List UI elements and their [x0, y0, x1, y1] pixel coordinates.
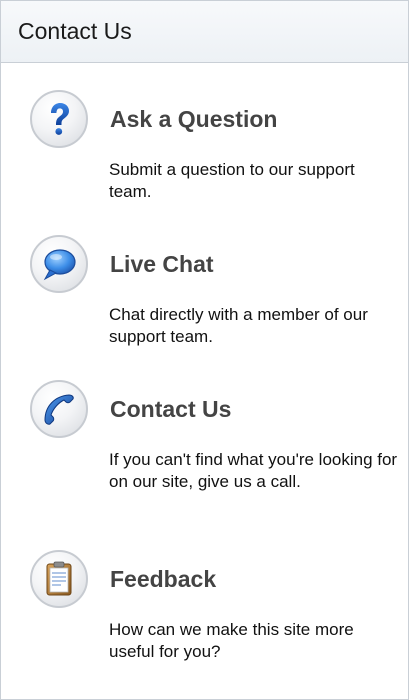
feedback-title[interactable]: Feedback — [110, 566, 216, 593]
ask-question-title[interactable]: Ask a Question — [110, 106, 277, 133]
ask-question-header[interactable]: Ask a Question — [30, 87, 400, 151]
live-chat-title[interactable]: Live Chat — [110, 251, 214, 278]
contact-panel: Contact Us Ask a Question Submit a quest… — [0, 0, 409, 700]
question-mark-icon[interactable] — [30, 90, 88, 148]
panel-title: Contact Us — [18, 18, 132, 44]
ask-question-item[interactable]: Ask a Question Submit a question to our … — [30, 87, 400, 203]
live-chat-header[interactable]: Live Chat — [30, 232, 400, 296]
phone-icon[interactable] — [30, 380, 88, 438]
live-chat-description: Chat directly with a member of our suppo… — [109, 305, 368, 346]
feedback-description: How can we make this site more useful fo… — [109, 620, 354, 661]
live-chat-item[interactable]: Live Chat Chat directly with a member of… — [30, 232, 400, 348]
contact-us-item[interactable]: Contact Us If you can't find what you're… — [30, 377, 400, 493]
contact-us-description: If you can't find what you're looking fo… — [109, 450, 398, 491]
feedback-header[interactable]: Feedback — [30, 547, 400, 611]
feedback-item[interactable]: Feedback How can we make this site more … — [30, 547, 400, 663]
contact-us-header[interactable]: Contact Us — [30, 377, 400, 441]
panel-header: Contact Us — [1, 1, 408, 63]
contact-us-title[interactable]: Contact Us — [110, 396, 231, 423]
ask-question-description: Submit a question to our support team. — [109, 160, 355, 201]
clipboard-icon[interactable] — [30, 550, 88, 608]
chat-bubble-icon[interactable] — [30, 235, 88, 293]
